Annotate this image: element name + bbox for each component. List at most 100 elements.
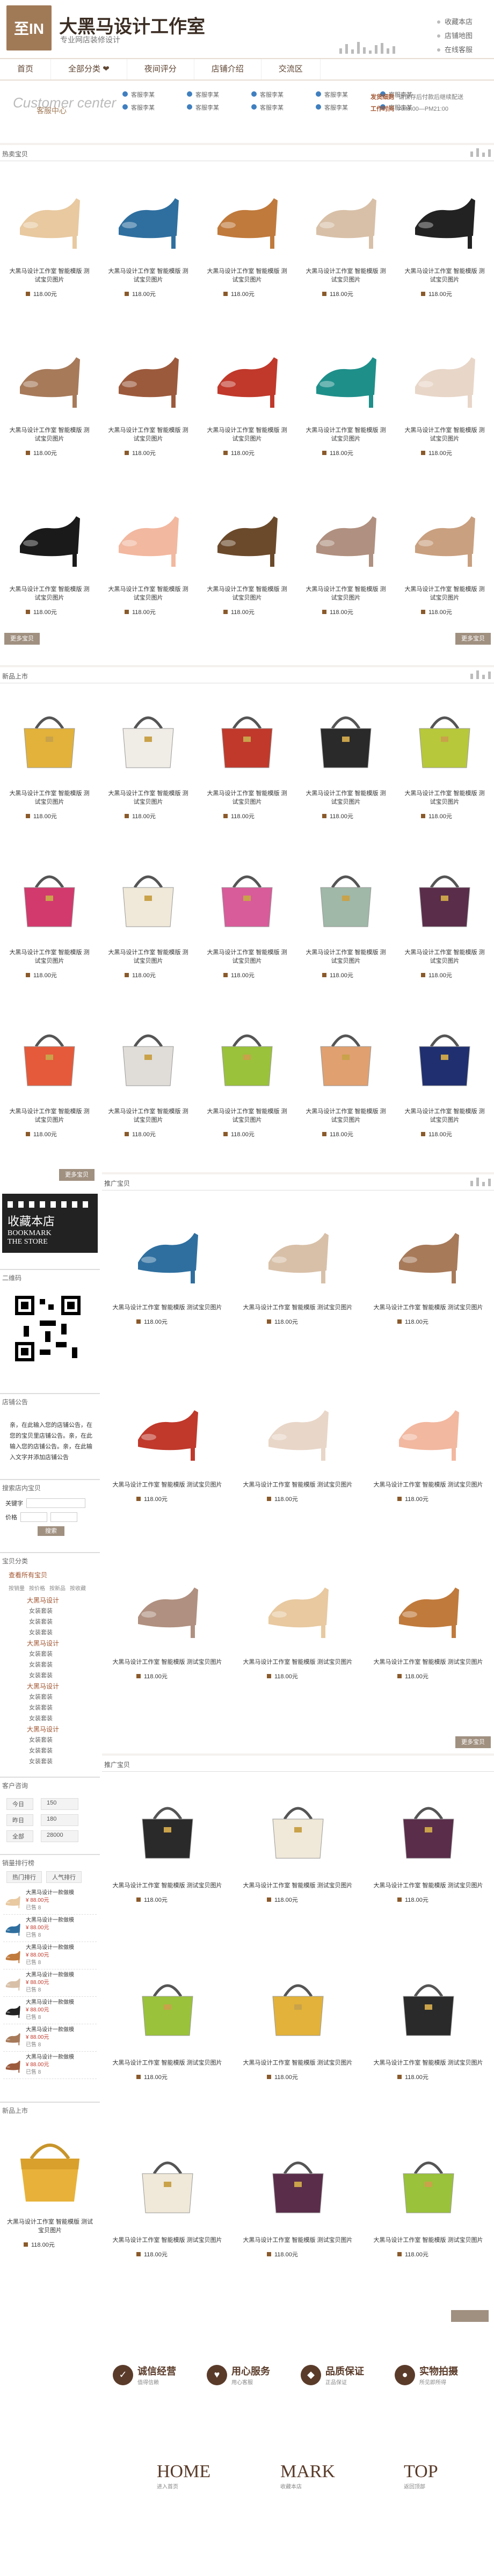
product-card[interactable]: 大黑马设计工作室 智能模版 测试宝贝图片 118.00元 — [198, 482, 296, 641]
product-desc[interactable]: 大黑马设计工作室 智能模版 测试宝贝图片 — [104, 1481, 230, 1489]
product-image[interactable] — [380, 1203, 477, 1295]
product-desc[interactable]: 大黑马设计工作室 智能模版 测试宝贝图片 — [397, 426, 492, 443]
product-desc[interactable]: 大黑马设计工作室 智能模版 测试宝贝图片 — [2, 948, 97, 965]
product-card[interactable]: 大黑马设计工作室 智能模版 测试宝贝图片 118.00元 — [233, 2131, 363, 2308]
product-image[interactable] — [399, 488, 490, 576]
product-image[interactable] — [201, 1010, 293, 1099]
product-desc[interactable]: 大黑马设计工作室 智能模版 测试宝贝图片 — [104, 1658, 230, 1666]
product-card[interactable]: 大黑马设计工作室 智能模版 测试宝贝图片 118.00元 — [395, 164, 494, 323]
product-desc[interactable]: 大黑马设计工作室 智能模版 测试宝贝图片 — [200, 948, 294, 965]
product-desc[interactable]: 大黑马设计工作室 智能模版 测试宝贝图片 — [101, 267, 195, 284]
product-card[interactable]: 大黑马设计工作室 智能模版 测试宝贝图片 118.00元 — [395, 323, 494, 482]
product-desc[interactable]: 大黑马设计工作室 智能模版 测试宝贝图片 — [2, 426, 97, 443]
product-desc[interactable]: 大黑马设计工作室 智能模版 测试宝贝图片 — [235, 1303, 361, 1312]
product-image[interactable] — [103, 1010, 194, 1099]
product-desc[interactable]: 大黑马设计工作室 智能模版 测试宝贝图片 — [2, 585, 97, 602]
product-card[interactable]: 大黑马设计工作室 智能模版 测试宝贝图片 118.00元 — [363, 1198, 493, 1375]
product-desc[interactable]: 大黑马设计工作室 智能模版 测试宝贝图片 — [397, 789, 492, 806]
price-min-input[interactable] — [20, 1512, 47, 1522]
product-desc[interactable]: 大黑马设计工作室 智能模版 测试宝贝图片 — [200, 1107, 294, 1124]
product-card[interactable]: 大黑马设计工作室 智能模版 测试宝贝图片 118.00元 — [198, 687, 296, 846]
sort-sales[interactable]: 按销量 — [9, 1584, 25, 1592]
side-new-image[interactable] — [4, 2121, 96, 2212]
footer-mark-link[interactable]: MARK 收藏本店 — [280, 2462, 335, 2490]
subcategory-item[interactable]: 女装套装 — [27, 1606, 91, 1617]
product-image[interactable] — [300, 329, 391, 417]
product-card[interactable]: 大黑马设计工作室 智能模版 测试宝贝图片 118.00元 — [102, 1553, 233, 1730]
more-button[interactable]: 更多宝贝 — [455, 1736, 491, 1748]
bookmark-link[interactable]: 收藏本店 — [437, 15, 473, 29]
product-card[interactable]: 大黑马设计工作室 智能模版 测试宝贝图片 118.00元 — [102, 2131, 233, 2308]
product-image[interactable] — [250, 1203, 346, 1295]
more-button[interactable]: 更多宝贝 — [4, 633, 40, 645]
category-item[interactable]: 大黑马设计 — [27, 1724, 91, 1735]
product-desc[interactable]: 大黑马设计工作室 智能模版 测试宝贝图片 — [104, 2059, 230, 2067]
product-image[interactable] — [250, 1381, 346, 1472]
product-desc[interactable]: 大黑马设计工作室 智能模版 测试宝贝图片 — [2, 267, 97, 284]
product-image[interactable] — [4, 329, 95, 417]
product-card[interactable]: 大黑马设计工作室 智能模版 测试宝贝图片 118.00元 — [233, 1553, 363, 1730]
subcategory-item[interactable]: 女装套装 — [27, 1670, 91, 1681]
more-button[interactable]: 更多宝贝 — [59, 1169, 95, 1181]
product-image[interactable] — [119, 2136, 216, 2227]
service-agent[interactable]: 客服李某 — [122, 103, 187, 112]
product-image[interactable] — [380, 1558, 477, 1649]
rank-tab-hot[interactable]: 热门排行 — [6, 1871, 42, 1883]
nav-home[interactable]: 首页 — [0, 59, 52, 80]
product-desc[interactable]: 大黑马设计工作室 智能模版 测试宝贝图片 — [235, 1881, 361, 1890]
product-image[interactable] — [119, 1203, 216, 1295]
rank-item[interactable]: 大黑马设计一款做模 ¥ 88.00元 已售 8 — [3, 2024, 97, 2052]
product-desc[interactable]: 大黑马设计工作室 智能模版 测试宝贝图片 — [101, 585, 195, 602]
search-button[interactable]: 搜索 — [38, 1526, 64, 1536]
product-desc[interactable]: 大黑马设计工作室 智能模版 测试宝贝图片 — [299, 267, 393, 284]
product-card[interactable]: 大黑马设计工作室 智能模版 测试宝贝图片 118.00元 — [99, 846, 198, 1005]
product-desc[interactable]: 大黑马设计工作室 智能模版 测试宝贝图片 — [299, 426, 393, 443]
product-card[interactable]: 大黑马设计工作室 智能模版 测试宝贝图片 118.00元 — [233, 1953, 363, 2131]
product-image[interactable] — [103, 170, 194, 258]
product-image[interactable] — [119, 1381, 216, 1472]
product-image[interactable] — [399, 692, 490, 781]
product-card[interactable]: 大黑马设计工作室 智能模版 测试宝贝图片 118.00元 — [198, 846, 296, 1005]
product-image[interactable] — [300, 851, 391, 940]
product-desc[interactable]: 大黑马设计工作室 智能模版 测试宝贝图片 — [2, 789, 97, 806]
side-new-desc[interactable]: 大黑马设计工作室 智能模版 测试宝贝图片 — [0, 2218, 100, 2235]
subcategory-item[interactable]: 女装套装 — [27, 1649, 91, 1659]
product-image[interactable] — [4, 692, 95, 781]
product-desc[interactable]: 大黑马设计工作室 智能模版 测试宝贝图片 — [101, 948, 195, 965]
product-card[interactable]: 大黑马设计工作室 智能模版 测试宝贝图片 118.00元 — [0, 1005, 99, 1164]
product-desc[interactable]: 大黑马设计工作室 智能模版 测试宝贝图片 — [104, 1303, 230, 1312]
subcategory-item[interactable]: 女装套装 — [27, 1659, 91, 1670]
sitemap-link[interactable]: 店铺地图 — [437, 29, 473, 43]
sort-price[interactable]: 按价格 — [29, 1584, 45, 1592]
category-item[interactable]: 大黑马设计 — [27, 1595, 91, 1606]
product-card[interactable]: 大黑马设计工作室 智能模版 测试宝贝图片 118.00元 — [296, 846, 395, 1005]
category-item[interactable]: 大黑马设计 — [27, 1638, 91, 1649]
product-card[interactable]: 大黑马设计工作室 智能模版 测试宝贝图片 118.00元 — [102, 1776, 233, 1953]
product-card[interactable]: 大黑马设计工作室 智能模版 测试宝贝图片 118.00元 — [99, 164, 198, 323]
nav-rating[interactable]: 夜间评分 — [127, 59, 194, 80]
nav-all-categories[interactable]: 全部分类 ❤ — [51, 59, 127, 80]
product-desc[interactable]: 大黑马设计工作室 智能模版 测试宝贝图片 — [235, 1481, 361, 1489]
sort-fav[interactable]: 按收藏 — [70, 1584, 86, 1592]
subcategory-item[interactable]: 女装套装 — [27, 1702, 91, 1713]
footer-top-link[interactable]: TOP 返回顶部 — [404, 2462, 438, 2490]
product-image[interactable] — [399, 329, 490, 417]
product-desc[interactable]: 大黑马设计工作室 智能模版 测试宝贝图片 — [101, 789, 195, 806]
product-card[interactable]: 大黑马设计工作室 智能模版 测试宝贝图片 118.00元 — [363, 1553, 493, 1730]
product-image[interactable] — [119, 1781, 216, 1873]
product-image[interactable] — [399, 851, 490, 940]
product-image[interactable] — [380, 1381, 477, 1472]
product-card[interactable]: 大黑马设计工作室 智能模版 测试宝贝图片 118.00元 — [395, 846, 494, 1005]
product-card[interactable]: 大黑马设计工作室 智能模版 测试宝贝图片 118.00元 — [198, 1005, 296, 1164]
product-image[interactable] — [4, 851, 95, 940]
product-desc[interactable]: 大黑马设计工作室 智能模版 测试宝贝图片 — [365, 2236, 491, 2245]
product-desc[interactable]: 大黑马设计工作室 智能模版 测试宝贝图片 — [235, 2236, 361, 2245]
product-card[interactable]: 大黑马设计工作室 智能模版 测试宝贝图片 118.00元 — [395, 687, 494, 846]
product-card[interactable]: 大黑马设计工作室 智能模版 测试宝贝图片 118.00元 — [363, 1776, 493, 1953]
product-desc[interactable]: 大黑马设计工作室 智能模版 测试宝贝图片 — [365, 1658, 491, 1666]
product-desc[interactable]: 大黑马设计工作室 智能模版 测试宝贝图片 — [397, 948, 492, 965]
service-link[interactable]: 在线客服 — [437, 43, 473, 57]
product-image[interactable] — [250, 2136, 346, 2227]
product-desc[interactable]: 大黑马设计工作室 智能模版 测试宝贝图片 — [200, 267, 294, 284]
product-card[interactable]: 大黑马设计工作室 智能模版 测试宝贝图片 118.00元 — [0, 687, 99, 846]
